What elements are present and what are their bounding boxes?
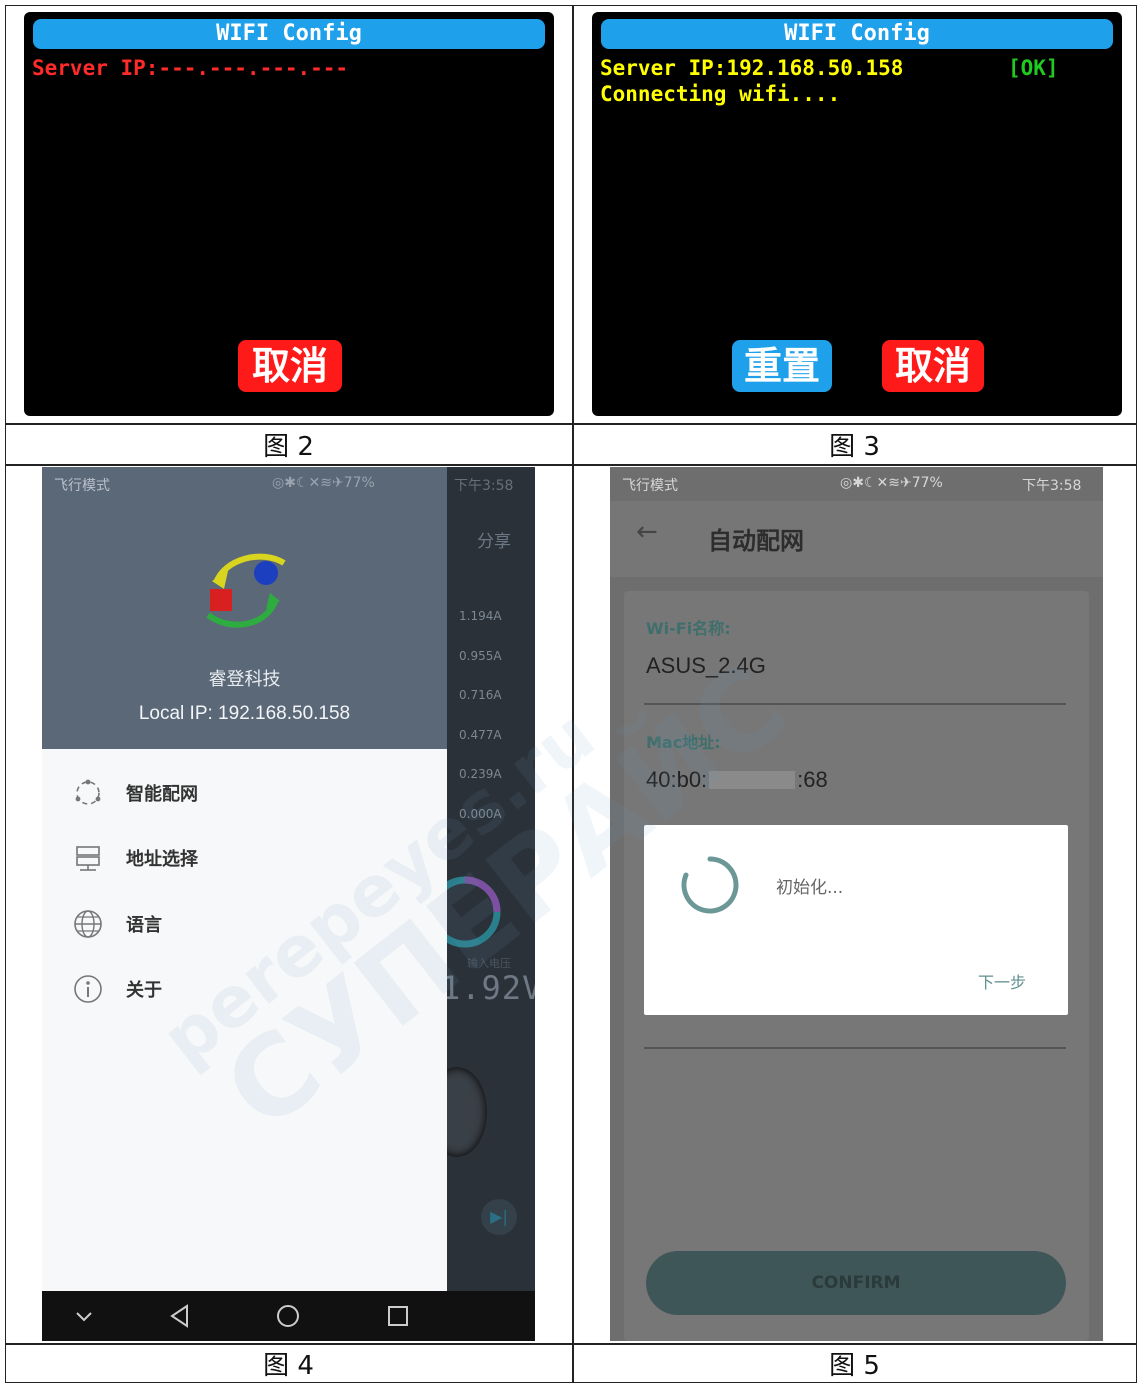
fig4-phone-screen: 分享 1.194A 0.955A 0.716A 0.477A 0.239A 0.…: [42, 467, 535, 1341]
fig5-wifi-underline: [644, 703, 1066, 705]
fig4-menu-smart-config[interactable]: 智能配网: [72, 773, 198, 813]
fig4-menu-about[interactable]: 关于: [72, 969, 162, 1009]
info-icon: [74, 975, 102, 1003]
fig4-play-icon[interactable]: ▶|: [481, 1199, 517, 1235]
back-triangle-icon[interactable]: [166, 1302, 194, 1330]
fig4-menu-label: 智能配网: [126, 784, 198, 805]
fig5-toolbar: ← 自动配网: [610, 501, 1103, 577]
smart-config-icon: [75, 779, 101, 805]
fig4-company-name: 睿登科技: [208, 669, 281, 690]
fig4-status-icons: ◎✱☾✕≋✈77%: [272, 475, 375, 491]
fig5-status-bar: 飞行模式 ◎✱☾✕≋✈77% 下午3:58: [610, 467, 1103, 501]
fig5-confirm-button[interactable]: CONFIRM: [646, 1251, 1066, 1315]
fig3-connecting: Connecting wifi....: [600, 82, 841, 106]
scale-tick: 0.955A: [459, 648, 502, 663]
back-chevron-icon[interactable]: [72, 1304, 96, 1328]
fig4-caption: 图 4: [263, 1351, 314, 1381]
table-divider-2: [5, 464, 1137, 466]
fig5-phone-screen: 飞行模式 ◎✱☾✕≋✈77% 下午3:58 ← 自动配网 Wi-Fi名称: AS…: [610, 467, 1103, 1341]
fig5-next-button[interactable]: 下一步: [978, 969, 1026, 993]
fig3-caption: 图 3: [829, 432, 880, 462]
recents-square-icon[interactable]: [384, 1302, 412, 1330]
fig5-dialog-message: 初始化...: [776, 878, 844, 898]
fig2-server-ip: Server IP:---.---.---.---: [32, 56, 349, 80]
fig3-lcd-screen: WIFI Config Server IP:192.168.50.158 [OK…: [592, 12, 1122, 416]
fig5-status-left: 飞行模式: [622, 478, 678, 494]
fig2-lcd-screen: WIFI Config Server IP:---.---.---.--- 取消: [24, 12, 554, 416]
fig5-mac-suffix: :68: [797, 767, 828, 792]
fig5-caption: 图 5: [829, 1351, 880, 1381]
fig4-local-ip: Local IP: 192.168.50.158: [138, 703, 351, 724]
fig4-status-bar: ◎✱☾✕≋✈77% 下午3:58: [42, 467, 535, 501]
scale-tick: 0.477A: [459, 727, 502, 742]
loading-spinner-icon: [681, 856, 739, 914]
fig3-ok-status: [OK]: [1008, 56, 1059, 80]
fig5-wifi-name-field[interactable]: ASUS_2.4G: [646, 653, 766, 679]
fig2-title-bar: WIFI Config: [33, 19, 545, 49]
fig4-menu-label: 地址选择: [126, 849, 198, 870]
fig5-status-icons: ◎✱☾✕≋✈77%: [840, 475, 943, 491]
fig3-title-bar: WIFI Config: [601, 19, 1113, 49]
fig4-current-scale: 1.194A 0.955A 0.716A 0.477A 0.239A 0.000…: [459, 597, 502, 834]
table-divider-vertical: [572, 5, 574, 1383]
fig3-server-ip: Server IP:192.168.50.158: [600, 56, 904, 80]
fig5-password-underline: [644, 1047, 1066, 1049]
fig3-cancel-button[interactable]: 取消: [882, 340, 984, 392]
fig2-cancel-button[interactable]: 取消: [238, 340, 342, 392]
fig5-mac-label: Mac地址:: [646, 733, 721, 752]
fig4-gauge-ring: [437, 876, 501, 948]
fig4-company-logo-icon: [206, 553, 286, 628]
scale-tick: 0.716A: [459, 688, 502, 702]
fig5-toolbar-title: 自动配网: [708, 527, 804, 555]
back-arrow-icon[interactable]: ←: [636, 517, 658, 547]
scale-tick: 1.194A: [459, 609, 502, 623]
fig4-navigation-drawer: 飞行模式 睿登科技 Local IP: 192.168.50.158 智能配网: [42, 467, 447, 1291]
fig5-progress-dialog: 初始化... 下一步: [644, 825, 1068, 1015]
fig4-menu-label: 语言: [126, 915, 162, 936]
fig4-menu-language[interactable]: 语言: [72, 904, 162, 944]
fig4-system-navbar: [42, 1291, 535, 1341]
fig4-status-time: 下午3:58: [454, 478, 514, 494]
fig5-status-time: 下午3:58: [1022, 478, 1082, 494]
globe-icon: [74, 910, 102, 938]
fig5-wifi-label: Wi-Fi名称:: [646, 619, 731, 638]
fig2-caption: 图 2: [263, 432, 314, 462]
table-divider-1: [5, 423, 1137, 425]
home-circle-icon[interactable]: [274, 1302, 302, 1330]
fig5-mac-prefix: 40:b0:: [646, 767, 708, 792]
server-icon: [76, 846, 100, 871]
scale-tick: 0.239A: [459, 767, 502, 781]
fig5-mac-redacted: [709, 771, 796, 789]
fig4-menu-label: 关于: [126, 980, 162, 1001]
fig5-mac-field[interactable]: 40:b0: :68: [646, 767, 828, 793]
fig4-background-app: 分享 1.194A 0.955A 0.716A 0.477A 0.239A 0.…: [427, 467, 535, 1291]
fig4-menu-address-select[interactable]: 地址选择: [72, 838, 198, 878]
fig3-reset-button[interactable]: 重置: [732, 340, 832, 392]
fig4-share[interactable]: 分享: [477, 527, 511, 552]
fig4-voltage-value: 1.92V: [441, 969, 535, 1007]
scale-tick: 0.000A: [459, 806, 502, 821]
fig4-drawer-header: 飞行模式 睿登科技 Local IP: 192.168.50.158: [42, 467, 447, 749]
